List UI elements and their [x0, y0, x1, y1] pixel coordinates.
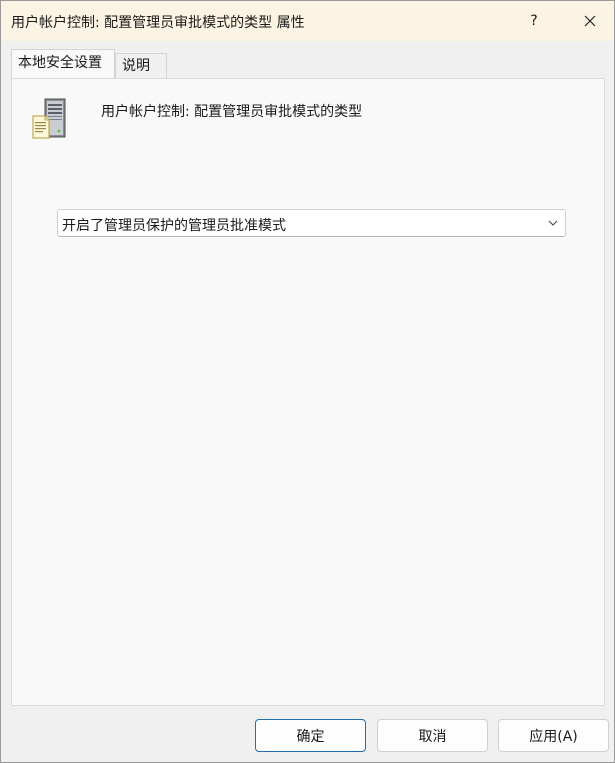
ok-button[interactable]: 确定	[255, 719, 366, 752]
close-icon	[584, 15, 596, 27]
setting-dropdown[interactable]: 开启了管理员保护的管理员批准模式	[57, 209, 566, 237]
title-bar[interactable]: 用户帐户控制: 配置管理员审批模式的类型 属性 ?	[1, 1, 614, 41]
close-button[interactable]	[567, 1, 613, 41]
chevron-down-icon	[548, 220, 558, 226]
cancel-button[interactable]: 取消	[377, 719, 488, 752]
setting-dropdown-value: 开启了管理员保护的管理员批准模式	[62, 218, 286, 234]
policy-name: 用户帐户控制: 配置管理员审批模式的类型	[101, 104, 363, 120]
window-title: 用户帐户控制: 配置管理员审批模式的类型 属性	[11, 15, 305, 31]
help-button[interactable]: ?	[511, 1, 557, 41]
tab-local-security-setting[interactable]: 本地安全设置	[11, 49, 115, 78]
apply-button[interactable]: 应用(A)	[498, 719, 609, 752]
tab-panel: 用户帐户控制: 配置管理员审批模式的类型 开启了管理员保护的管理员批准模式	[11, 78, 605, 706]
properties-dialog: 用户帐户控制: 配置管理员审批模式的类型 属性 ? 本地安全设置 说明 用户帐户…	[0, 0, 615, 763]
tab-explain[interactable]: 说明	[115, 53, 167, 78]
server-policy-icon	[32, 98, 66, 139]
